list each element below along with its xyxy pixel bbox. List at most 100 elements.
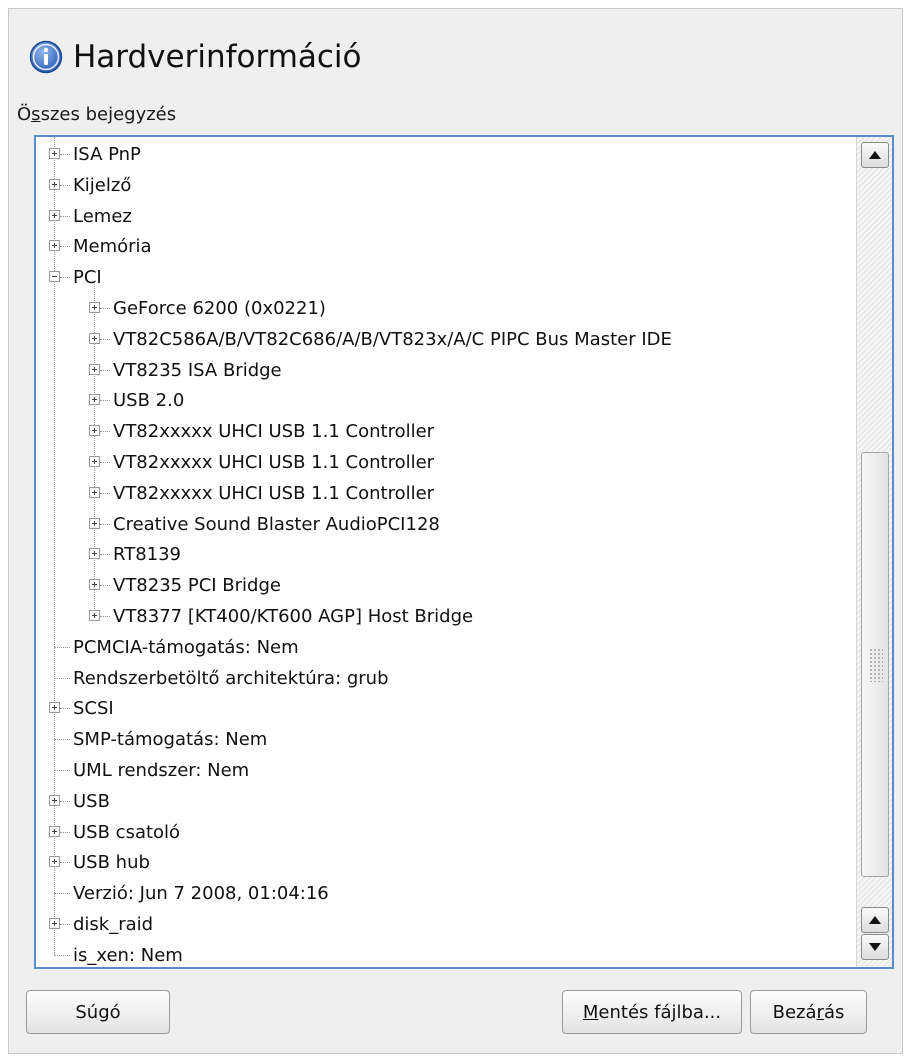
- tree-item-label: VT82xxxxx UHCI USB 1.1 Controller: [113, 482, 435, 504]
- tree-item[interactable]: is_xen: Nem: [36, 940, 854, 967]
- hardware-tree-view[interactable]: ISA PnP Kijelző Lemez Memória PCI GeForce 620…: [34, 135, 894, 969]
- expand-plus-icon[interactable]: [49, 856, 60, 868]
- tree-leader-line: [60, 708, 70, 710]
- vertical-scrollbar[interactable]: [856, 137, 892, 967]
- collapse-minus-icon[interactable]: [49, 271, 60, 283]
- expand-plus-icon[interactable]: [89, 363, 100, 375]
- scroll-up-button[interactable]: [861, 142, 889, 168]
- tree-item-label: Kijelző: [73, 174, 132, 196]
- expand-plus-icon[interactable]: [49, 178, 60, 190]
- tree-item[interactable]: USB hub: [36, 847, 854, 878]
- expand-plus-icon[interactable]: [89, 486, 100, 498]
- help-button[interactable]: Súgó: [26, 990, 170, 1034]
- tree-item[interactable]: Lemez: [36, 201, 854, 232]
- tree-leader-line: [100, 369, 110, 371]
- label-mnemonic: M: [582, 1001, 599, 1023]
- close-button-label: Bezárás: [773, 1002, 845, 1023]
- tree-item[interactable]: VT8377 [KT400/KT600 AGP] Host Bridge: [36, 601, 854, 632]
- tree-leader-line: [60, 924, 70, 925]
- tree-item[interactable]: Creative Sound Blaster AudioPCI128: [36, 509, 854, 540]
- tree-item[interactable]: USB 2.0: [36, 385, 854, 416]
- tree-item-label: USB: [73, 790, 110, 812]
- grip-icon: [869, 648, 883, 682]
- tree-item-label: USB csatoló: [73, 821, 181, 843]
- label-part: Ö: [17, 104, 32, 125]
- expand-plus-icon[interactable]: [89, 517, 100, 529]
- expand-plus-icon[interactable]: [89, 302, 100, 313]
- tree-item[interactable]: UML rendszer: Nem: [36, 755, 854, 786]
- expand-plus-icon[interactable]: [49, 148, 60, 159]
- tree-leader-line: [60, 277, 70, 279]
- tree-item-label: VT8235 ISA Bridge: [113, 359, 282, 381]
- label-mnemonic: s: [31, 104, 41, 125]
- arrow-up-icon: [869, 151, 881, 159]
- arrow-down-icon: [869, 943, 881, 951]
- tree-leader-line: [100, 462, 110, 463]
- expand-plus-icon[interactable]: [89, 394, 100, 406]
- label-part: entés fájlba...: [598, 1001, 722, 1023]
- tree-leader-line: [100, 308, 110, 309]
- save-button-label: Mentés fájlba...: [583, 1002, 721, 1023]
- tree-item-label: GeForce 6200 (0x0221): [113, 298, 326, 319]
- expand-plus-icon[interactable]: [49, 794, 60, 806]
- hardware-info-dialog: Hardverinformáció Összes bejegyzés ISA P…: [8, 8, 903, 1054]
- expand-plus-icon[interactable]: [89, 425, 100, 437]
- expand-plus-icon[interactable]: [49, 918, 60, 929]
- expand-plus-icon[interactable]: [49, 702, 60, 714]
- expand-plus-icon[interactable]: [49, 825, 60, 837]
- tree-item-label: UML rendszer: Nem: [73, 760, 250, 781]
- tree-item[interactable]: USB: [36, 786, 854, 817]
- tree-item[interactable]: SMP-támogatás: Nem: [36, 724, 854, 755]
- tree-leader-line: [54, 646, 70, 648]
- expand-plus-icon[interactable]: [89, 548, 100, 560]
- tree-leader-line: [100, 431, 110, 433]
- tree-item[interactable]: SCSI: [36, 693, 854, 724]
- scroll-up-button-bottom[interactable]: [861, 907, 889, 933]
- tree-item[interactable]: VT8235 ISA Bridge: [36, 355, 854, 386]
- tree-item-label: PCI: [73, 267, 102, 289]
- tree-leader-line: [100, 523, 110, 525]
- tree-leader-line: [60, 215, 70, 217]
- tree-item-label: SCSI: [73, 698, 114, 720]
- tree-leader-line: [54, 677, 70, 679]
- tree-item[interactable]: Rendszerbetöltő architektúra: grub: [36, 663, 854, 694]
- tree-item[interactable]: RT8139: [36, 539, 854, 570]
- tree-item[interactable]: GeForce 6200 (0x0221): [36, 293, 854, 324]
- tree-item[interactable]: VT82xxxxx UHCI USB 1.1 Controller: [36, 416, 854, 447]
- scrollbar-handle[interactable]: [861, 452, 889, 877]
- tree-leader-line: [100, 338, 110, 340]
- tree-item[interactable]: ISA PnP: [36, 139, 854, 170]
- close-button[interactable]: Bezárás: [750, 990, 867, 1034]
- tree-item[interactable]: PCMCIA-támogatás: Nem: [36, 632, 854, 663]
- tree-item[interactable]: disk_raid: [36, 909, 854, 940]
- scroll-down-button[interactable]: [861, 934, 889, 960]
- tree-item[interactable]: VT82C586A/B/VT82C686/A/B/VT823x/A/C PIPC…: [36, 324, 854, 355]
- tree-item[interactable]: VT8235 PCI Bridge: [36, 570, 854, 601]
- tree-leader-line: [100, 492, 110, 494]
- tree-item[interactable]: Memória: [36, 231, 854, 262]
- tree-item[interactable]: USB csatoló: [36, 817, 854, 848]
- tree-item[interactable]: Kijelző: [36, 170, 854, 201]
- tree-item[interactable]: VT82xxxxx UHCI USB 1.1 Controller: [36, 478, 854, 509]
- expand-plus-icon[interactable]: [49, 209, 60, 221]
- label-part: ás: [823, 1001, 845, 1023]
- expand-plus-icon[interactable]: [89, 610, 100, 621]
- expand-plus-icon[interactable]: [89, 579, 100, 591]
- expand-plus-icon[interactable]: [89, 332, 100, 344]
- tree-leader-line: [60, 246, 70, 248]
- tree-item[interactable]: VT82xxxxx UHCI USB 1.1 Controller: [36, 447, 854, 478]
- tree-item[interactable]: Verzió: Jun 7 2008, 01:04:16: [36, 878, 854, 909]
- tree-leader-line: [54, 893, 70, 895]
- info-icon: [29, 40, 63, 74]
- tree-item-label: RT8139: [113, 544, 182, 566]
- label-mnemonic: r: [816, 1001, 824, 1023]
- tree-leader-line: [100, 616, 110, 617]
- save-to-file-button[interactable]: Mentés fájlba...: [562, 990, 742, 1034]
- tree-leader-line: [100, 585, 110, 587]
- tree-item-label: SMP-támogatás: Nem: [73, 729, 268, 751]
- tree-item[interactable]: PCI: [36, 262, 854, 293]
- expand-plus-icon[interactable]: [89, 456, 100, 467]
- expand-plus-icon[interactable]: [49, 240, 60, 252]
- tree-item-label: is_xen: Nem: [73, 944, 183, 966]
- tree-leader-line: [100, 400, 110, 402]
